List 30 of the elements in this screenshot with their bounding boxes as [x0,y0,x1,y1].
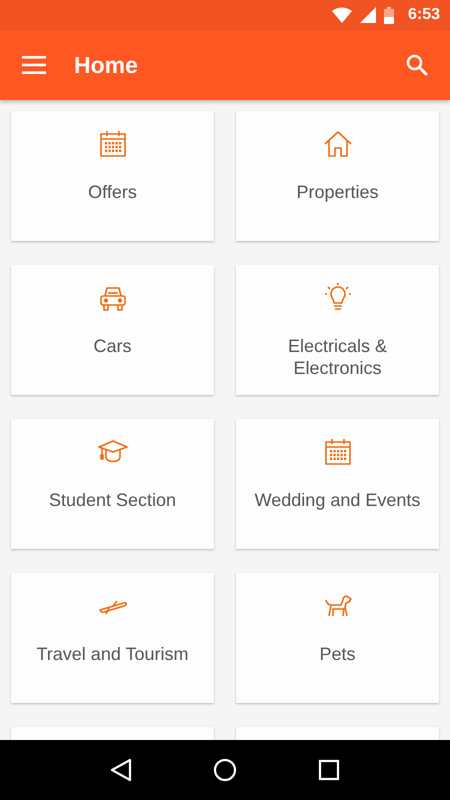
light-bulb-icon [322,283,352,313]
calendar-icon [322,437,352,467]
house-icon [322,129,352,159]
category-label: Travel and Tourism [35,643,190,665]
category-label: Cars [92,335,132,357]
wifi-icon [332,7,352,23]
category-card[interactable]: Wedding and Events [236,419,439,549]
category-label: Student Section [48,489,178,511]
back-icon[interactable] [110,758,132,782]
category-card[interactable]: Pets [236,573,439,703]
calendar-icon [98,129,128,159]
category-label: Offers [87,181,138,203]
recents-icon[interactable] [318,759,340,781]
category-card[interactable]: Offers [11,111,214,241]
category-card[interactable]: Cars [11,265,214,395]
category-label: Electricals & Electronics [286,335,388,379]
category-card[interactable]: Travel and Tourism [11,573,214,703]
clock-time: 6:53 [408,6,440,24]
signal-icon [360,7,376,23]
category-label: Pets [318,643,357,665]
menu-icon[interactable] [22,56,46,74]
category-card[interactable]: Properties [236,111,439,241]
category-card[interactable]: Electricals & Electronics [236,265,439,395]
category-label: Properties [295,181,380,203]
battery-icon [384,6,394,24]
home-icon[interactable] [212,758,237,782]
screen-title: Home [74,52,139,78]
search-icon[interactable] [406,54,428,76]
category-card[interactable]: Student Section [11,419,214,549]
category-label: Wedding and Events [254,489,422,511]
